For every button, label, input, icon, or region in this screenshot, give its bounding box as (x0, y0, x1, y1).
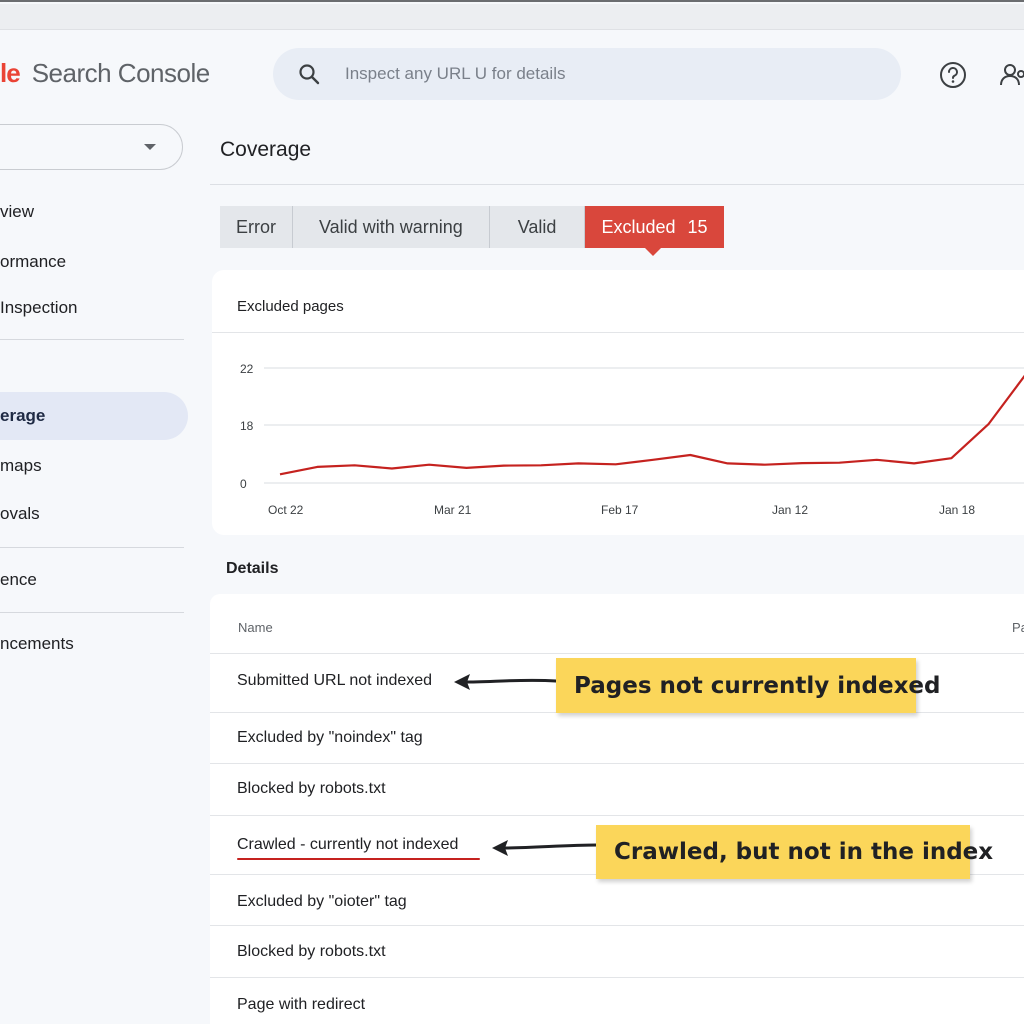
table-row[interactable]: Excluded by "oioter" tag (210, 874, 1024, 925)
sidebar-item-label: ovals (0, 504, 40, 523)
sidebar-item-label: ence (0, 570, 37, 589)
tab-count-badge: 15 (687, 216, 708, 237)
row-reason: Page with redirect (237, 996, 366, 1013)
account-icon[interactable] (998, 60, 1024, 90)
callout-arrow-2 (492, 840, 600, 856)
coverage-status-tabs: Error Valid with warning Valid Excluded … (220, 206, 724, 256)
sidebar-item-label: erage (0, 406, 46, 425)
main-content: Coverage Error Valid with warning Valid … (210, 118, 1024, 1024)
tab-error[interactable]: Error (220, 206, 293, 248)
row-reason: Blocked by robots.txt (237, 780, 386, 797)
sidebar-item-label: maps (0, 456, 42, 475)
red-underline-annotation (237, 858, 480, 860)
sidebar-item-removals[interactable]: ovals (0, 490, 188, 538)
tab-valid[interactable]: Valid (489, 206, 586, 248)
row-reason: Crawled - currently not indexed (237, 836, 459, 853)
x-tick-label: Jan 18 (939, 503, 975, 517)
active-tab-pointer (645, 248, 662, 256)
sidebar-nav: view ormance Inspection erage maps ovals… (0, 118, 200, 1024)
sidebar-item-label: ormance (0, 252, 67, 271)
sidebar-item-url-inspection[interactable]: Inspection (0, 284, 188, 332)
excluded-pages-line-chart[interactable]: 22 18 0 Oct 22 Mar 21 Feb 17 Jan 12 Jan 18 (212, 332, 1024, 532)
search-icon[interactable] (297, 62, 321, 86)
excluded-pages-series-line (279, 374, 1024, 476)
chart-title: Excluded pages (237, 298, 344, 315)
callout-arrow-1 (454, 674, 558, 690)
row-reason: Excluded by "oioter" tag (237, 893, 407, 910)
product-name: Search Console (31, 58, 211, 88)
page-title: Coverage (220, 138, 312, 161)
table-row[interactable]: Excluded by "noindex" tag (210, 712, 1024, 763)
sidebar-item-enhancements[interactable]: ncements (0, 620, 188, 668)
table-row[interactable]: Page with redirect (210, 977, 1024, 1024)
browser-window: le Search Console view ormance Inspecti (0, 0, 1024, 1024)
tab-valid-with-warning[interactable]: Valid with warning (293, 206, 490, 248)
logo-wordmark-fragment: le (0, 58, 21, 89)
table-row[interactable]: Blocked by robots.txt (210, 925, 1024, 977)
nav-divider (0, 339, 184, 340)
sidebar-item-experience[interactable]: ence (0, 556, 188, 604)
tab-label: Excluded (601, 216, 676, 237)
url-inspection-search-bar[interactable] (273, 48, 901, 100)
nav-divider (0, 612, 184, 613)
search-console-logo[interactable]: le Search Console (0, 58, 210, 92)
sidebar-item-sitemaps[interactable]: maps (0, 442, 188, 490)
x-tick-label: Mar 21 (434, 503, 472, 517)
sidebar-item-label: Inspection (0, 298, 78, 317)
nav-divider (0, 547, 184, 548)
x-tick-label: Jan 12 (772, 503, 808, 517)
callout-pages-not-indexed: Pages not currently indexed (556, 658, 940, 713)
sidebar-item-performance[interactable]: ormance (0, 238, 188, 286)
column-header-pages[interactable]: Pa (1012, 620, 1024, 635)
x-tick-label: Oct 22 (268, 503, 304, 517)
chevron-down-icon[interactable] (144, 144, 156, 150)
tab-label: Error (236, 216, 276, 237)
y-tick-label: 22 (240, 362, 254, 376)
app-header: le Search Console (0, 30, 1024, 118)
title-divider (210, 184, 1024, 185)
row-reason: Blocked by robots.txt (237, 943, 386, 960)
y-tick-label: 18 (240, 419, 254, 433)
tab-excluded[interactable]: Excluded 15 (585, 206, 724, 256)
x-tick-label: Feb 17 (601, 503, 639, 517)
table-row[interactable]: Blocked by robots.txt (210, 763, 1024, 815)
window-top-bar (0, 4, 1024, 30)
property-selector[interactable] (0, 124, 183, 170)
sidebar-item-label: ncements (0, 634, 74, 653)
help-icon[interactable] (938, 60, 968, 90)
sidebar-item-label: view (0, 202, 35, 221)
column-header-name[interactable]: Name (238, 620, 273, 635)
sidebar-item-overview[interactable]: view (0, 188, 188, 236)
logo-prefix: le (0, 58, 21, 88)
callout-crawled-not-in-index: Crawled, but not in the index (596, 825, 993, 879)
tab-label: Valid (517, 216, 557, 237)
search-input[interactable] (345, 48, 865, 100)
excluded-pages-chart-card: Excluded pages 22 18 0 Oct 22 Mar 21 Feb 17 Ja… (212, 270, 1024, 535)
y-tick-label: 0 (240, 477, 247, 491)
row-reason: Excluded by "noindex" tag (237, 729, 423, 746)
details-heading: Details (226, 560, 279, 577)
row-reason: Submitted URL not indexed (237, 672, 433, 689)
tab-label: Valid with warning (319, 216, 463, 237)
sidebar-item-coverage[interactable]: erage (0, 392, 188, 440)
